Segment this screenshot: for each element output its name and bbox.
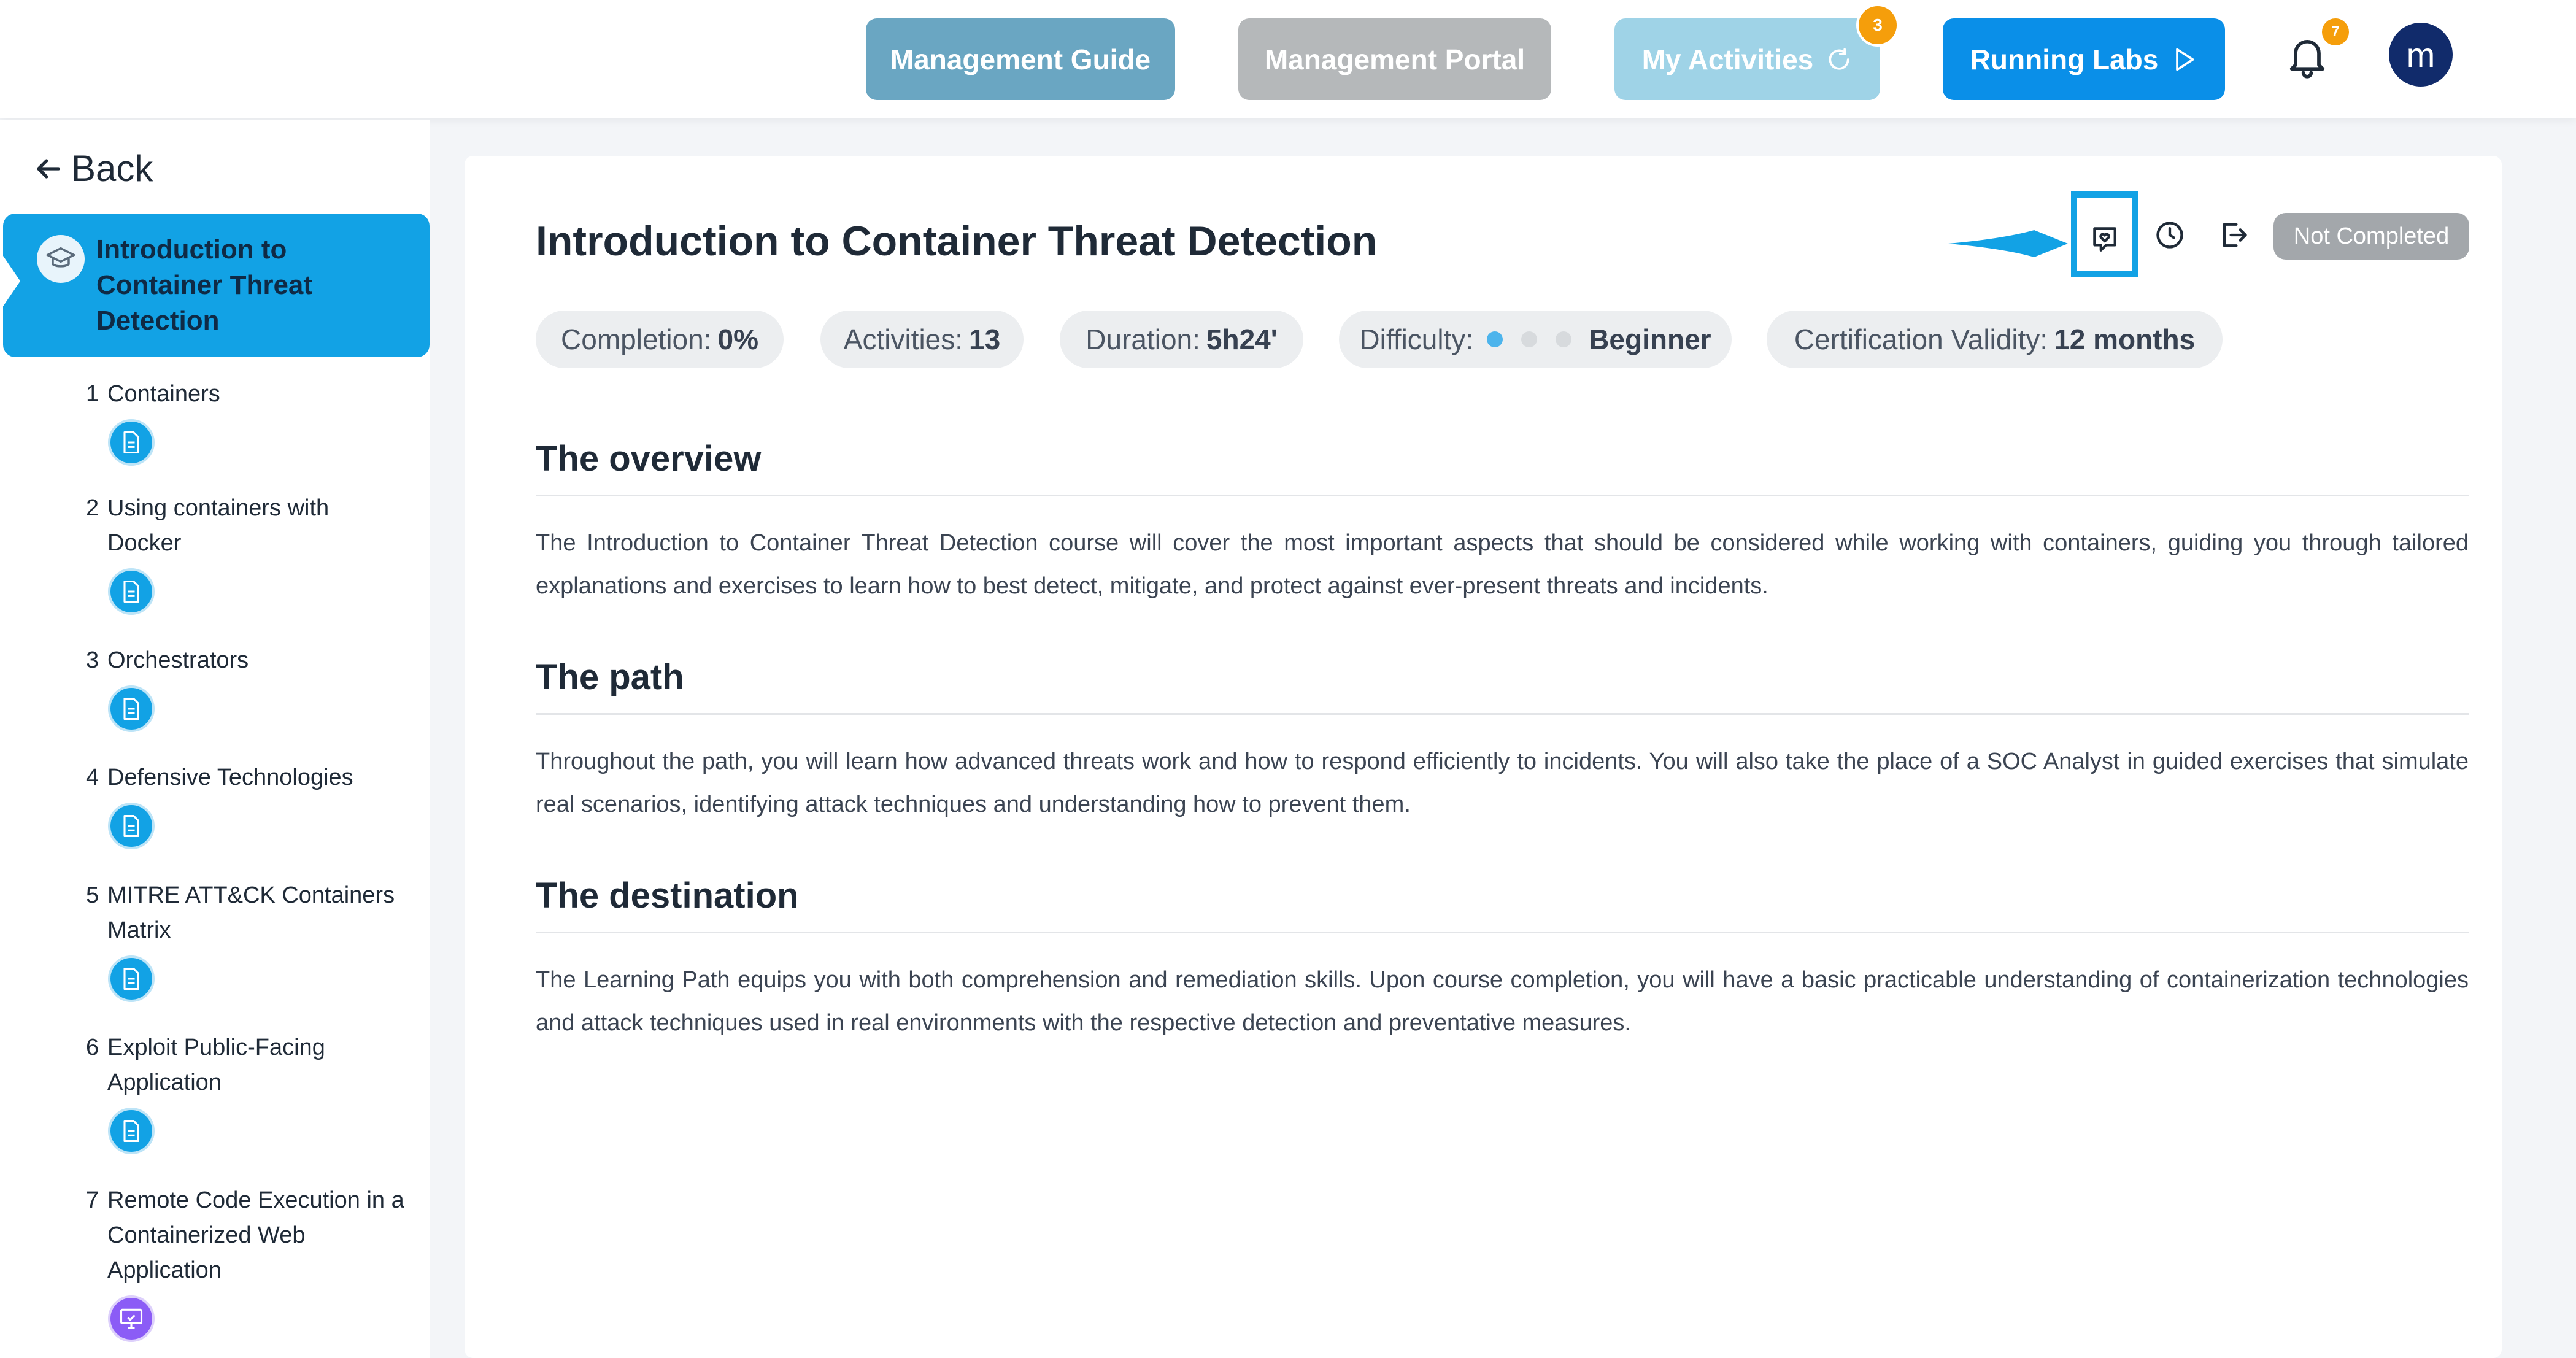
sidebar-course-title: Introduction to Container Threat Detecti… [96, 234, 313, 336]
sidebar-module-5[interactable]: 5 MITRE ATT&CK Containers Matrix [86, 878, 405, 1002]
clock-icon[interactable] [2154, 219, 2186, 251]
back-label: Back [71, 148, 153, 189]
section-divider [536, 932, 2469, 933]
my-activities-badge: 3 [1856, 4, 1899, 47]
activities-label: Activities: [843, 323, 963, 355]
completion-value: 0% [717, 323, 758, 355]
difficulty-meter [1487, 331, 1572, 347]
module-label: Using containers with Docker [107, 495, 330, 556]
module-number: 4 [86, 765, 99, 790]
section-divider [536, 495, 2469, 496]
document-icon[interactable] [108, 685, 155, 732]
my-activities-button[interactable]: My Activities [1614, 18, 1880, 100]
difficulty-dot [1521, 331, 1538, 347]
module-label: Containers [107, 381, 220, 407]
arrow-right-icon [1948, 230, 2068, 257]
activities-stat: Activities: 13 [820, 311, 1024, 368]
section-heading: The destination [536, 876, 799, 916]
section-text: The Learning Path equips you with both c… [536, 967, 2469, 1036]
top-bar: Management Guide Management Portal My Ac… [0, 0, 2576, 118]
module-number: 7 [86, 1187, 99, 1213]
section-divider [536, 713, 2469, 715]
module-number: 2 [86, 495, 99, 521]
sidebar: Back Introduction to Container Threat De… [0, 120, 430, 1358]
sidebar-module-1[interactable]: 1 Containers [86, 377, 405, 466]
sidebar-module-4[interactable]: 4 Defensive Technologies [86, 760, 405, 849]
document-icon[interactable] [108, 419, 155, 466]
feedback-heart-icon[interactable] [2089, 223, 2120, 254]
management-portal-label: Management Portal [1264, 43, 1525, 75]
management-guide-label: Management Guide [890, 43, 1151, 75]
lab-monitor-icon[interactable] [108, 1295, 155, 1342]
exit-icon[interactable] [2218, 219, 2250, 251]
module-label: Remote Code Execution in a Containerized… [107, 1187, 404, 1283]
difficulty-dot [1487, 331, 1503, 347]
running-labs-button[interactable]: Running Labs [1943, 18, 2225, 100]
document-icon[interactable] [108, 1108, 155, 1154]
difficulty-stat: Difficulty: Beginner [1339, 311, 1732, 368]
module-label: Orchestrators [107, 647, 249, 673]
my-activities-label: My Activities [1641, 43, 1814, 75]
document-icon[interactable] [108, 803, 155, 849]
module-number: 5 [86, 882, 99, 908]
section-heading: The overview [536, 439, 762, 479]
completion-stat: Completion: 0% [536, 311, 784, 368]
duration-value: 5h24' [1206, 323, 1278, 355]
arrow-left-icon [37, 158, 60, 179]
sidebar-course-active[interactable]: Introduction to Container Threat Detecti… [0, 214, 430, 357]
graduation-cap-icon [37, 235, 85, 283]
notifications-badge: 7 [2320, 16, 2351, 48]
management-portal-button[interactable]: Management Portal [1238, 18, 1551, 100]
duration-stat: Duration: 5h24' [1060, 311, 1303, 368]
module-number: 1 [86, 381, 99, 407]
course-overview-card: Introduction to Container Threat Detecti… [465, 156, 2502, 1358]
difficulty-value: Beginner [1589, 323, 1711, 355]
certification-validity-stat: Certification Validity: 12 months [1767, 311, 2223, 368]
module-label: Exploit Public-Facing Application [107, 1035, 325, 1095]
module-label: MITRE ATT&CK Containers Matrix [107, 882, 395, 943]
highlight-box [2071, 191, 2138, 277]
avatar[interactable]: m [2389, 23, 2453, 87]
document-icon[interactable] [108, 955, 155, 1002]
module-number: 3 [86, 647, 99, 673]
back-button[interactable]: Back [32, 147, 153, 190]
module-label: Defensive Technologies [107, 765, 353, 790]
sidebar-module-3[interactable]: 3 Orchestrators [86, 643, 405, 732]
section-heading: The path [536, 657, 684, 697]
activities-value: 13 [969, 323, 1001, 355]
section-text: The Introduction to Container Threat Det… [536, 530, 2469, 599]
validity-value: 12 months [2054, 323, 2196, 355]
validity-label: Certification Validity: [1794, 323, 2048, 355]
completion-label: Completion: [561, 323, 712, 355]
duration-label: Duration: [1086, 323, 1200, 355]
page-title: Introduction to Container Threat Detecti… [536, 218, 1378, 264]
sidebar-module-6[interactable]: 6 Exploit Public-Facing Application [86, 1030, 405, 1154]
sidebar-module-2[interactable]: 2 Using containers with Docker [86, 491, 405, 615]
running-labs-label: Running Labs [1970, 43, 2159, 75]
management-guide-button[interactable]: Management Guide [866, 18, 1175, 100]
difficulty-label: Difficulty: [1359, 323, 1474, 355]
sidebar-module-7[interactable]: 7 Remote Code Execution in a Containerize… [86, 1183, 405, 1342]
difficulty-dot [1556, 331, 1572, 347]
refresh-icon [1829, 48, 1849, 70]
status-badge: Not Completed [2273, 213, 2469, 260]
section-text: Throughout the path, you will learn how … [536, 749, 2469, 817]
document-icon[interactable] [108, 568, 155, 615]
module-number: 6 [86, 1035, 99, 1060]
play-icon [2176, 48, 2194, 71]
